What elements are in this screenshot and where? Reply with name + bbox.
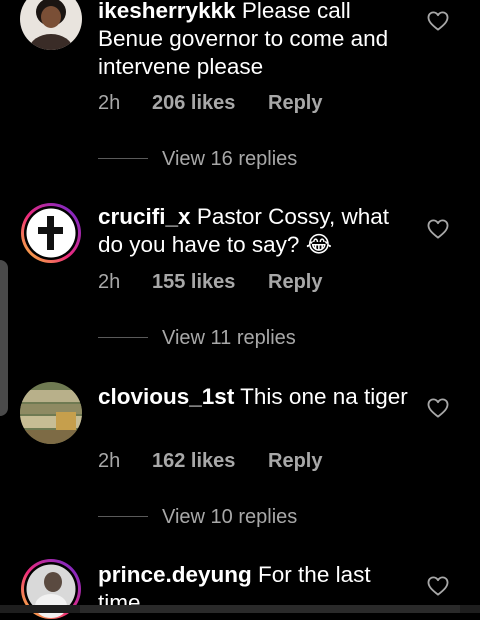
view-replies-label: View 10 replies (162, 506, 298, 528)
likes-count[interactable]: 206 likes (152, 90, 235, 116)
comment-username[interactable]: ikesherrykkk (98, 0, 236, 23)
reply-button[interactable]: Reply (268, 90, 322, 116)
comment-username[interactable]: clovious_1st (98, 384, 234, 409)
comment-username[interactable]: crucifi_x (98, 204, 191, 229)
comment-item: crucifi_x Pastor Cossy, what do you have… (0, 180, 480, 360)
comment-time: 2h (98, 271, 121, 293)
comment-meta: 2h 206 likes Reply (98, 90, 358, 116)
likes-count[interactable]: 155 likes (152, 269, 235, 295)
reply-button[interactable]: Reply (268, 448, 322, 474)
reply-button[interactable]: Reply (268, 269, 322, 295)
heart-outline-icon[interactable] (427, 11, 449, 31)
view-replies-button[interactable]: View 11 replies (98, 325, 358, 351)
comment-meta: 2h 162 likes Reply (98, 448, 358, 474)
comment-text: crucifi_x Pastor Cossy, what do you have… (98, 203, 418, 259)
heart-outline-icon[interactable] (427, 398, 449, 418)
view-replies-button[interactable]: View 16 replies (98, 146, 358, 172)
heart-outline-icon[interactable] (427, 576, 449, 596)
comment-item: prince.deyung For the last time (0, 540, 480, 619)
replies-divider (98, 516, 148, 517)
avatar[interactable] (20, 202, 82, 264)
comment-meta: 2h 155 likes Reply (98, 269, 358, 295)
avatar[interactable] (20, 382, 82, 444)
comment-username[interactable]: prince.deyung (98, 562, 252, 587)
comment-item: clovious_1st This one na tiger 2h 162 li… (0, 360, 480, 540)
bottom-input-bar (0, 605, 480, 613)
comment-input-edge[interactable] (80, 605, 460, 613)
likes-count[interactable]: 162 likes (152, 448, 235, 474)
comment-time: 2h (98, 450, 121, 472)
comment-text: clovious_1st This one na tiger (98, 383, 418, 411)
replies-divider (98, 337, 148, 338)
view-replies-label: View 11 replies (162, 327, 296, 349)
heart-outline-icon[interactable] (427, 219, 449, 239)
avatar[interactable] (20, 0, 82, 50)
view-replies-label: View 16 replies (162, 148, 298, 170)
comment-text: ikesherrykkk Please call Benue governor … (98, 0, 418, 81)
view-replies-button[interactable]: View 10 replies (98, 504, 358, 530)
comment-time: 2h (98, 92, 121, 114)
replies-divider (98, 158, 148, 159)
comment-item: ikesherrykkk Please call Benue governor … (0, 0, 480, 180)
edge-panel-handle[interactable] (0, 260, 8, 416)
comment-body: This one na tiger (240, 384, 408, 409)
